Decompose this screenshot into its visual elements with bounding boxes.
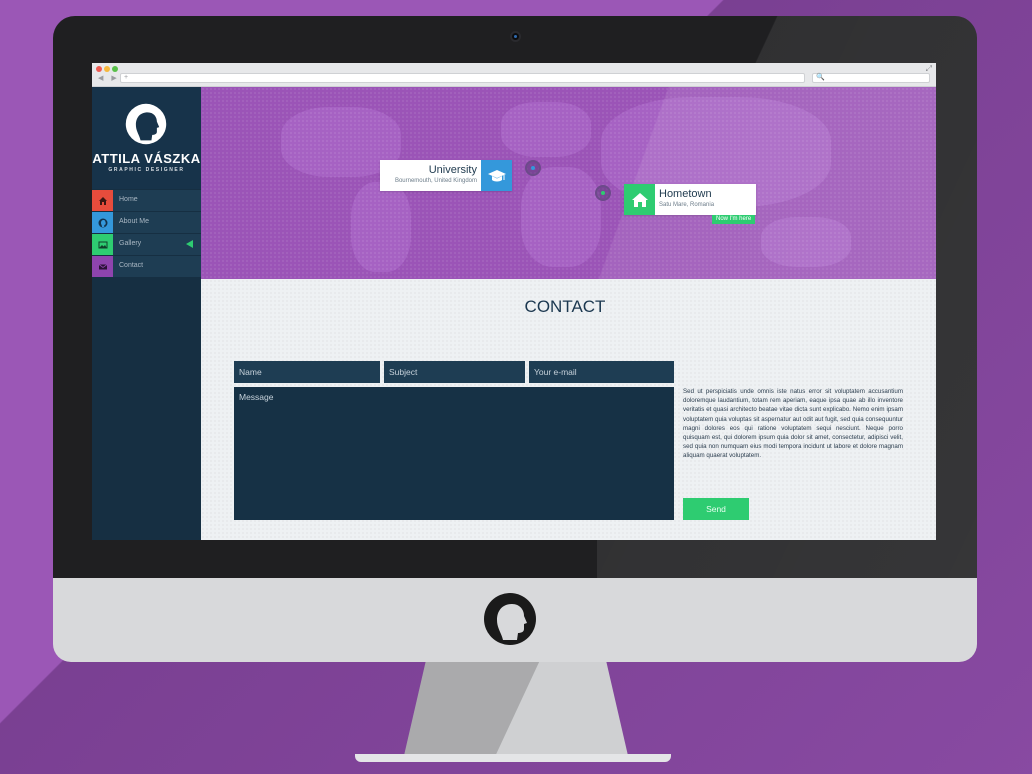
brand-name: ATTILA VÁSZKA	[92, 151, 201, 166]
sidebar-item-about-me[interactable]: About Me	[92, 212, 201, 233]
sidebar-item-label: Contact	[119, 262, 144, 269]
contact-body-text: Sed ut perspiciatis unde omnis iste natu…	[683, 388, 903, 460]
fullscreen-icon[interactable]: ⤢	[926, 64, 932, 74]
sidebar-item-label: Gallery	[119, 240, 142, 247]
sidebar-item-gallery[interactable]: Gallery	[92, 234, 201, 255]
sidebar: ATTILA VÁSZKA GRAPHIC DESIGNER Home Abou…	[92, 87, 201, 540]
stand-base	[355, 754, 671, 762]
close-window-button[interactable]	[96, 66, 102, 72]
sidebar-item-contact[interactable]: Contact	[92, 256, 201, 277]
image-icon	[92, 234, 113, 255]
browser-search-bar[interactable]: 🔍	[812, 73, 930, 83]
logo-area[interactable]: ATTILA VÁSZKA GRAPHIC DESIGNER	[92, 87, 201, 189]
subject-field[interactable]: Subject	[384, 361, 525, 383]
envelope-icon	[92, 256, 113, 277]
now-here-badge: Now I'm here	[712, 215, 756, 224]
maximize-window-button[interactable]	[112, 66, 118, 72]
new-tab-icon[interactable]: +	[124, 74, 128, 81]
back-forward-arrows-icon[interactable]: ◀ ▶	[98, 74, 120, 82]
contact-section: CONTACT Name Subject Your e-mail Message…	[201, 279, 936, 540]
url-bar[interactable]: +	[120, 73, 805, 83]
sidebar-item-label: Home	[119, 196, 138, 203]
map-glow	[201, 87, 936, 279]
house-icon	[624, 184, 655, 215]
university-pin-card[interactable]: University Bournemouth, United Kingdom	[380, 160, 512, 191]
contact-title: CONTACT	[524, 297, 606, 316]
university-marker-icon[interactable]	[525, 160, 541, 176]
stand-shade	[403, 662, 629, 760]
head-logo-icon	[125, 103, 167, 145]
world-map: University Bournemouth, United Kingdom H…	[201, 87, 936, 279]
sidebar-menu: Home About Me Gallery Contact	[92, 190, 201, 278]
name-field[interactable]: Name	[234, 361, 380, 383]
sidebar-item-home[interactable]: Home	[92, 190, 201, 211]
sidebar-item-label: About Me	[119, 218, 149, 225]
hometown-marker-icon[interactable]	[595, 185, 611, 201]
hometown-location: Satu Mare, Romania	[659, 202, 715, 208]
hometown-title: Hometown	[659, 188, 712, 200]
monitor-chin	[53, 578, 977, 662]
message-field[interactable]: Message	[234, 387, 674, 520]
browser-toolbar: ◀ ▶ + 🔍 ⤢	[92, 63, 936, 87]
email-field[interactable]: Your e-mail	[529, 361, 674, 383]
camera-icon	[510, 31, 521, 42]
head-logo-icon	[484, 593, 536, 645]
university-location: Bournemouth, United Kingdom	[394, 178, 477, 184]
minimize-window-button[interactable]	[104, 66, 110, 72]
graduation-cap-icon	[481, 160, 512, 191]
university-title: University	[428, 164, 477, 176]
active-indicator-icon	[186, 240, 193, 248]
home-icon	[92, 190, 113, 211]
profile-icon	[92, 212, 113, 233]
browser-window: ◀ ▶ + 🔍 ⤢ ATTILA VÁSZKA GRAPHIC DESIGNER…	[92, 63, 936, 540]
brand-subtitle: GRAPHIC DESIGNER	[108, 167, 185, 173]
hometown-pin-card[interactable]: Hometown Satu Mare, Romania	[624, 184, 756, 215]
search-icon: 🔍	[816, 74, 825, 81]
send-button[interactable]: Send	[683, 498, 749, 520]
